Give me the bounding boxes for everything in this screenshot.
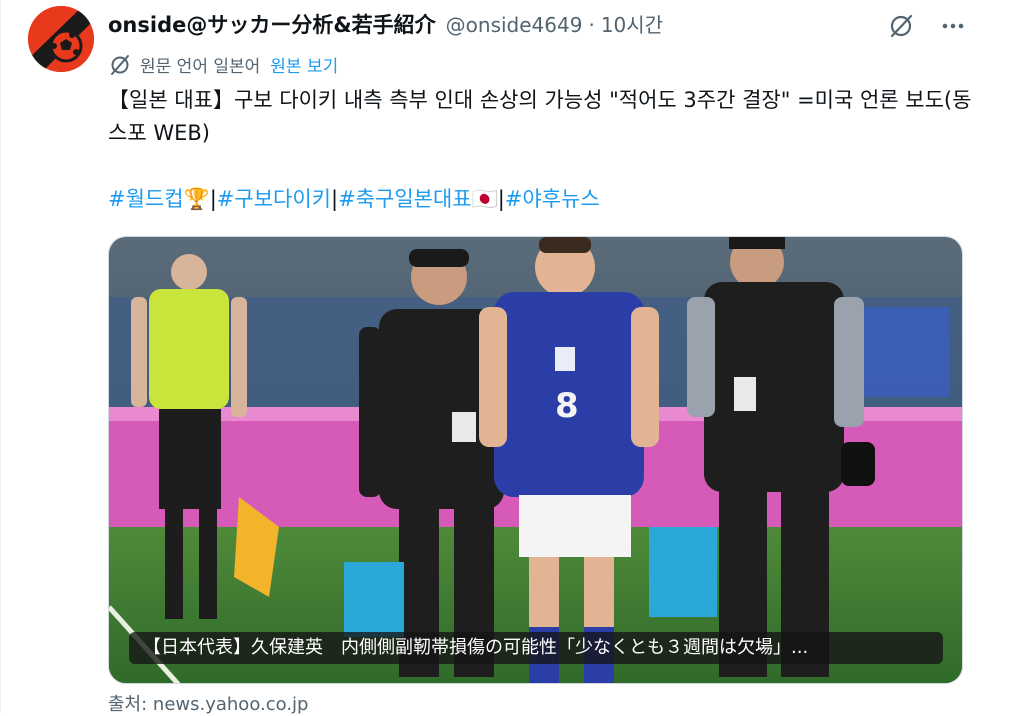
grok-button[interactable]: [885, 10, 917, 42]
hashtag-worldcup[interactable]: #월드컵🏆: [108, 187, 210, 211]
hashtag-yahoo-news[interactable]: #야후뉴스: [505, 187, 600, 211]
hashtag-kubo[interactable]: #구보다이키: [217, 187, 331, 211]
photo-caption: 【日本代表】久保建英 内側側副靭帯損傷の可能性「少なくとも３週間は欠場」...: [129, 632, 943, 664]
hashtag-japan-national-team[interactable]: #축구일본대표🇯🇵: [338, 187, 498, 211]
more-icon: [942, 23, 964, 29]
hashtag-line: #월드컵🏆|#구보다이키|#축구일본대표🇯🇵|#야후뉴스: [108, 183, 600, 215]
avatar[interactable]: [28, 6, 94, 72]
tweet-photo[interactable]: 8 【日本代表】久保建英 内側側副靭帯損傷の可能性「少なくとも３週間は欠場」..…: [108, 236, 963, 684]
show-original-link[interactable]: 원본 보기: [270, 52, 338, 77]
separator-dot: ·: [588, 13, 595, 37]
hashtag-separator: |: [209, 187, 217, 211]
tweet-text: 【일본 대표】구보 다이키 내측 측부 인대 손상의 가능성 "적어도 3주간 …: [108, 88, 972, 145]
timestamp[interactable]: 10시간: [601, 9, 663, 38]
more-button[interactable]: [937, 10, 969, 42]
soccer-ball-logo: [28, 6, 94, 72]
hashtag-separator: |: [497, 187, 505, 211]
timeline-border: [0, 0, 1, 713]
display-name[interactable]: onside@サッカー分析&若手紹介: [108, 9, 436, 39]
soccer-photo: 8: [109, 237, 962, 683]
trophy-emoji: 🏆: [183, 187, 210, 211]
translation-notice: 원문 언어 일본어 원본 보기: [108, 52, 338, 77]
translate-icon: [111, 54, 129, 75]
tweet-actions-top: [885, 10, 969, 42]
jersey-number: 8: [555, 386, 579, 426]
link-source[interactable]: 출처: news.yahoo.co.jp: [108, 690, 308, 716]
user-handle[interactable]: @onside4649: [446, 13, 583, 37]
translation-label: 원문 언어 일본어: [140, 57, 261, 77]
japan-flag-emoji: 🇯🇵: [471, 187, 498, 211]
tweet-header: onside@サッカー分析&若手紹介 @onside4649 · 10시간: [108, 9, 663, 39]
grok-icon: [890, 14, 913, 38]
